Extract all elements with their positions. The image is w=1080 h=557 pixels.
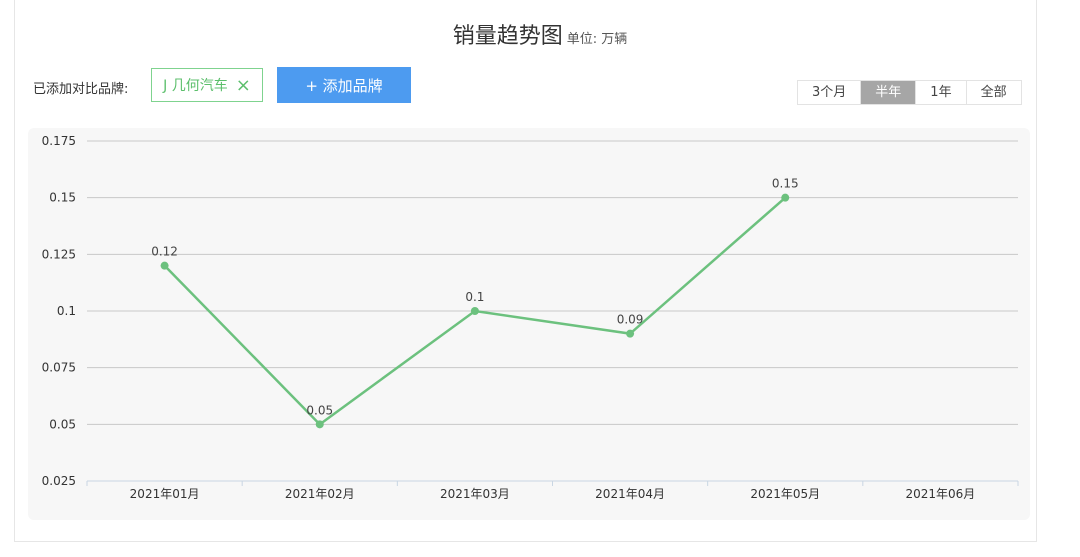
data-label: 0.12 (151, 245, 178, 259)
y-tick-label: 0.025 (42, 474, 76, 488)
data-point (781, 193, 790, 202)
x-tick-label: 2021年01月 (130, 487, 200, 501)
line-chart: 0.025 0.05 0.075 0.1 0.125 0.15 0.175 2021年01月 2… (42, 134, 1019, 501)
x-tick-label: 2021年05月 (750, 487, 820, 501)
y-tick-label: 0.075 (42, 361, 76, 375)
data-label: 0.15 (772, 177, 799, 191)
data-point (470, 307, 479, 315)
page: 销量趋势图 单位: 万辆 已添加对比品牌: J 几何汽车 × + 添加品牌 3个月… (0, 0, 1080, 557)
y-tick-label: 0.15 (49, 191, 76, 205)
x-tick-label: 2021年04月 (595, 487, 665, 501)
y-tick-label: 0.05 (49, 417, 76, 431)
x-tick-label: 2021年06月 (906, 487, 976, 501)
data-label: 0.09 (617, 313, 644, 327)
data-point (315, 420, 324, 429)
data-point (626, 329, 635, 338)
y-tick-label: 0.1 (57, 304, 76, 318)
data-label: 0.05 (306, 403, 333, 417)
y-tick-label: 0.125 (42, 247, 76, 261)
data-point (160, 261, 169, 270)
data-label: 0.1 (465, 290, 484, 304)
x-tick-label: 2021年02月 (285, 487, 355, 501)
x-tick-label: 2021年03月 (440, 487, 510, 501)
y-tick-label: 0.175 (42, 134, 76, 148)
